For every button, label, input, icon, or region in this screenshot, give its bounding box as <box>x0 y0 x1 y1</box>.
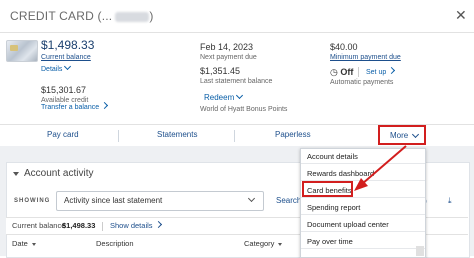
current-balance-row-label: Current balance <box>12 221 66 230</box>
chevron-down-icon <box>247 194 256 203</box>
search-button[interactable]: Search <box>276 196 301 205</box>
page-title: CREDIT CARD (...) <box>10 9 154 23</box>
redeem-link[interactable]: Redeem <box>204 91 244 102</box>
due-date-value: Feb 14, 2023 <box>200 42 254 52</box>
chevron-down-icon <box>64 62 72 71</box>
activity-title[interactable]: Account activity <box>24 168 93 179</box>
col-date[interactable]: Date <box>12 239 36 248</box>
statements-button[interactable]: Statements <box>157 130 197 139</box>
divider <box>118 130 119 142</box>
sort-icon <box>31 242 36 246</box>
available-credit-value: $15,301.67 <box>41 85 87 95</box>
divider <box>358 67 359 77</box>
chevron-right-icon <box>101 101 109 110</box>
annotation-arrow <box>354 145 407 191</box>
menu-item-spending-report[interactable]: Spending report <box>301 200 425 215</box>
statement-balance-label: Last statement balance <box>200 78 273 85</box>
redeem-sub: World of Hyatt Bonus Points <box>200 106 288 113</box>
pay-card-button[interactable]: Pay card <box>47 130 79 139</box>
sort-icon <box>278 242 283 246</box>
clock-icon: ◷ <box>330 67 338 77</box>
close-icon[interactable]: ✕ <box>455 7 467 24</box>
chevron-right-icon <box>154 220 162 229</box>
transfer-balance-link[interactable]: Transfer a balance <box>41 101 109 111</box>
showing-label: SHOWING <box>14 198 51 204</box>
setup-autopay-link[interactable]: Set up <box>366 66 396 76</box>
col-category[interactable]: Category <box>244 239 283 248</box>
current-balance-value: $1,498.33 <box>41 38 95 52</box>
chevron-down-icon <box>411 130 420 139</box>
scrollbar[interactable] <box>416 246 424 256</box>
page-header: CREDIT CARD (...) ✕ <box>0 0 474 33</box>
menu-item-document-upload-center[interactable]: Document upload center <box>301 217 425 232</box>
autopay-status: ◷ Off <box>330 67 354 77</box>
download-icon[interactable]: ⤓ <box>448 196 452 206</box>
min-payment-value: $40.00 <box>330 42 358 52</box>
statement-balance-value: $1,351.45 <box>200 66 241 76</box>
masked-account-number <box>115 11 150 22</box>
col-description[interactable]: Description <box>96 239 134 248</box>
due-date-label: Next payment due <box>200 54 257 61</box>
activity-filter-select[interactable]: Activity since last statement <box>56 191 264 211</box>
autopay-label: Automatic payments <box>330 79 394 86</box>
details-link[interactable]: Details <box>41 62 72 73</box>
paperless-button[interactable]: Paperless <box>275 130 311 139</box>
available-credit-label: Available credit <box>41 97 89 104</box>
min-payment-label[interactable]: Minimum payment due <box>330 54 401 61</box>
collapse-triangle-icon[interactable] <box>13 172 19 176</box>
chevron-down-icon <box>236 91 244 100</box>
chevron-right-icon <box>388 66 396 75</box>
current-balance-row-value: $1,498.33 <box>62 221 96 230</box>
divider <box>102 222 103 231</box>
current-balance-label[interactable]: Current balance <box>41 54 91 61</box>
divider <box>234 130 235 142</box>
card-image <box>6 40 38 62</box>
show-details-link[interactable]: Show details <box>110 220 162 230</box>
menu-item-pay-over-time[interactable]: Pay over time <box>301 234 425 249</box>
